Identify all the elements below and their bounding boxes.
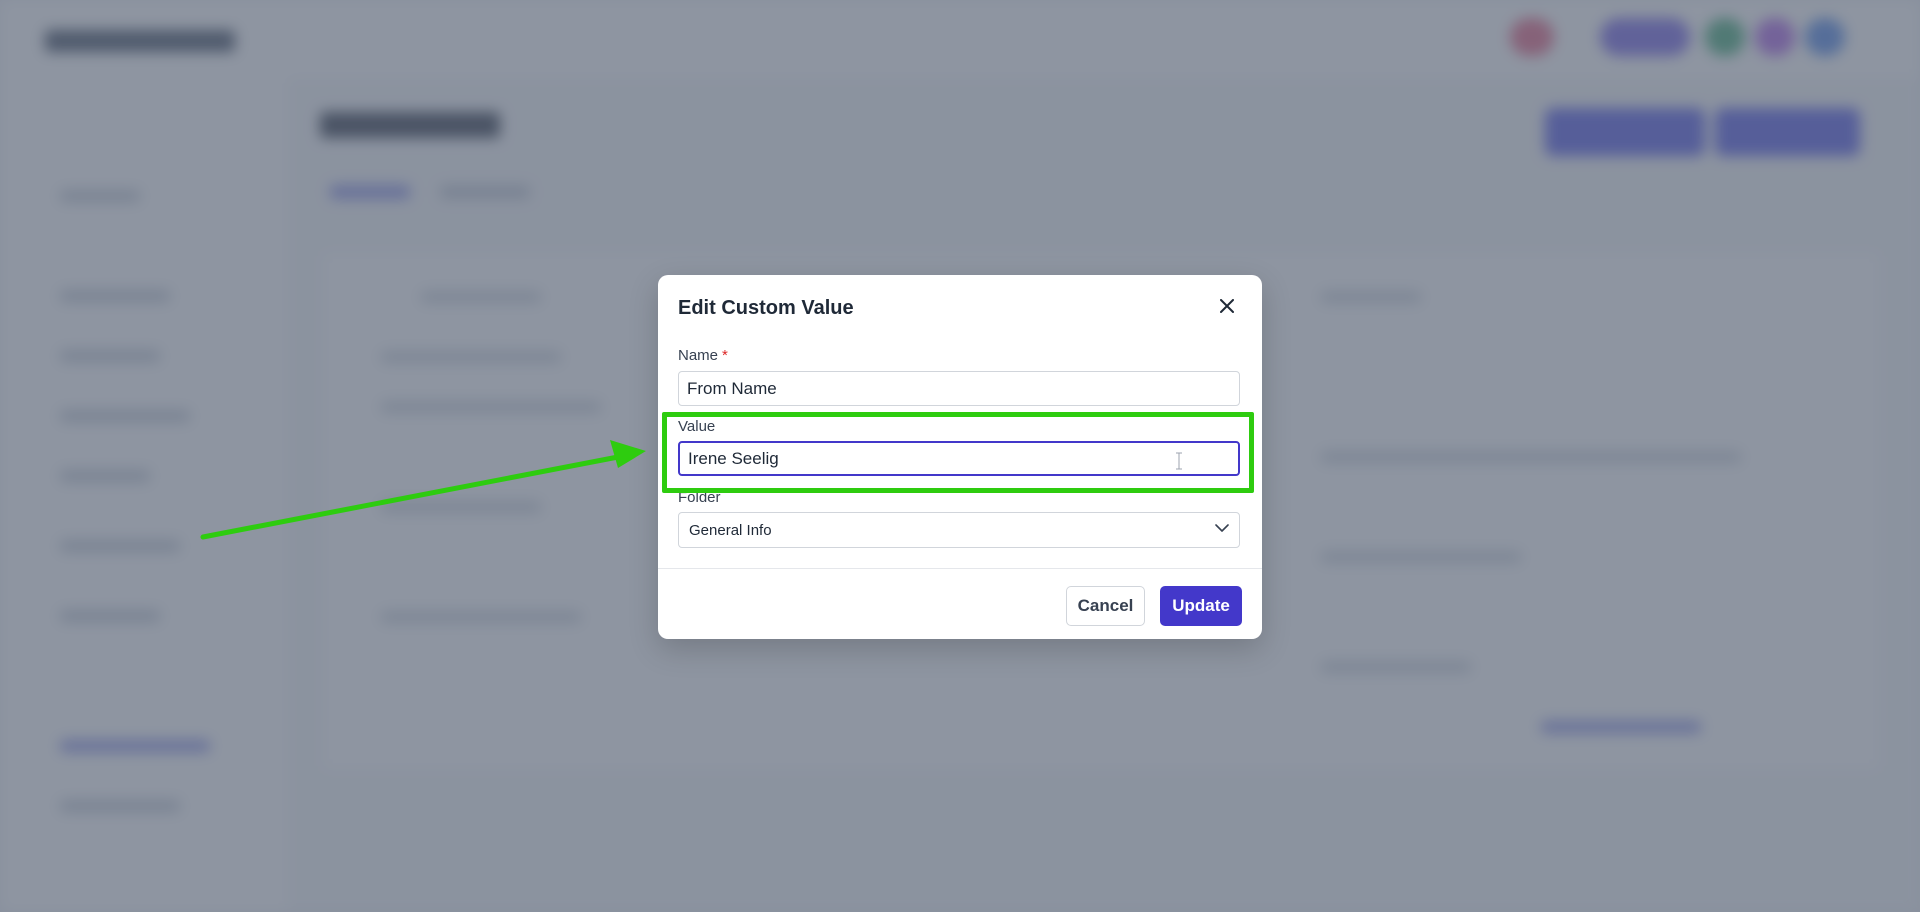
chevron-down-icon — [1215, 524, 1229, 532]
name-input[interactable] — [678, 371, 1240, 406]
close-icon — [1220, 299, 1234, 313]
folder-select-value: General Info — [689, 522, 772, 539]
close-button[interactable] — [1214, 293, 1240, 319]
name-field-label: Name * — [678, 347, 728, 364]
edit-custom-value-modal: Edit Custom Value Name* Value Folder Gen… — [658, 275, 1262, 639]
required-marker: * — [722, 347, 728, 364]
update-button[interactable]: Update — [1160, 586, 1242, 626]
text-cursor-icon — [1176, 452, 1182, 470]
folder-select[interactable]: General Info — [678, 512, 1240, 548]
name-label-text: Name — [678, 347, 719, 364]
modal-footer-divider — [658, 568, 1262, 569]
folder-field-label: Folder — [678, 489, 721, 506]
value-input[interactable] — [678, 441, 1240, 476]
value-field-label: Value — [678, 418, 716, 435]
modal-title: Edit Custom Value — [678, 297, 854, 319]
cancel-button[interactable]: Cancel — [1066, 586, 1145, 626]
